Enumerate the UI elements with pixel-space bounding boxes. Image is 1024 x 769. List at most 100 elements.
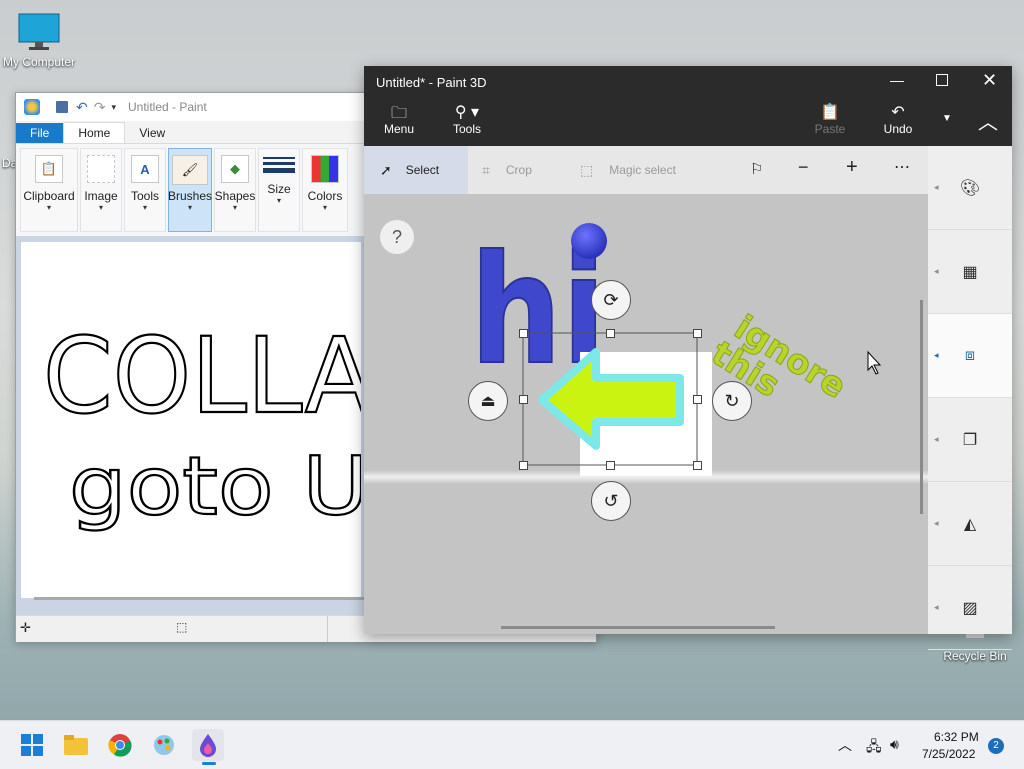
ribbon-size[interactable]: Size ▾ <box>258 148 300 232</box>
canvas-horizontal-scrollbar[interactable] <box>501 626 775 629</box>
rotate-icon: ⟳ <box>603 289 619 310</box>
magic-select-label: Magic select <box>609 163 676 177</box>
sidebar-effects[interactable]: ◂ ▨ <box>928 566 1012 650</box>
sidebar-brushes[interactable]: ◂ 🎨︎ <box>928 146 1012 230</box>
undo-icon[interactable]: ↶ <box>76 99 88 116</box>
redo-icon[interactable]: ↷ <box>94 99 106 116</box>
depth-handle[interactable]: ⏏ <box>468 381 508 421</box>
chrome-icon[interactable] <box>104 729 136 761</box>
undo-button[interactable]: ↶ Undo <box>880 102 916 136</box>
tools-button[interactable]: ⚲ ▾ Tools <box>450 102 484 136</box>
file-explorer-icon[interactable] <box>60 729 92 761</box>
rotate-x-icon: ↺ <box>603 490 619 511</box>
tools-label: Tools <box>452 122 481 136</box>
desktop-icon-my-computer[interactable]: My Computer <box>0 12 78 69</box>
resize-handle-top-right[interactable] <box>693 329 702 338</box>
sidebar-stickers[interactable]: ◂ ❐ <box>928 398 1012 482</box>
ribbon-shapes[interactable]: ◆ Shapes ▾ <box>214 148 256 232</box>
paste-label: Paste <box>814 122 846 136</box>
ribbon-image[interactable]: Image ▾ <box>80 148 122 232</box>
horizontal-scrollbar[interactable] <box>34 597 364 600</box>
save-icon[interactable] <box>56 101 68 113</box>
magic-select-tool[interactable]: ⬚ Magic select <box>580 146 676 194</box>
select-tool[interactable]: ➚ Select <box>364 146 468 194</box>
view-3d-icon[interactable]: ⚐ <box>750 160 763 178</box>
blue-sphere <box>571 223 607 259</box>
undo-label: Undo <box>883 122 913 136</box>
active-app-indicator <box>202 762 216 765</box>
grid-icon: ▦ <box>962 263 978 281</box>
network-icon[interactable]: 🖧︎ <box>866 736 882 760</box>
paint-app-icon <box>24 99 40 115</box>
selection-box-icon: ⧈ <box>964 346 976 364</box>
more-commands-chevron-icon[interactable]: ▼ <box>942 113 952 124</box>
zoom-out-icon[interactable]: − <box>798 157 809 178</box>
rotate-y-handle[interactable]: ↻ <box>712 381 752 421</box>
shapes-icon: ◆ <box>221 155 249 183</box>
chevron-down-icon: ▾ <box>232 203 237 212</box>
paint3d-toolbar: ➚ Select ⌗ Crop ⬚ Magic select ⚐ − + ⋯ <box>364 146 928 195</box>
handwriting-line-1: COLLA <box>43 315 361 437</box>
maximize-button[interactable] <box>936 74 948 86</box>
paint-canvas[interactable]: COLLA goto U <box>21 242 374 598</box>
resize-handle-right[interactable] <box>693 395 702 404</box>
menu-button[interactable]: 🗀 Menu <box>382 102 416 136</box>
zoom-in-icon[interactable]: + <box>846 156 858 179</box>
tab-view[interactable]: View <box>125 123 179 143</box>
desktop-icon-label: Recycle Bin <box>943 649 1007 663</box>
sidebar-2d-shapes[interactable]: ◂ ▦ <box>928 230 1012 314</box>
ribbon-label: Shapes <box>214 189 256 203</box>
ribbon-brushes[interactable]: 🖌 Brushes ▾ <box>168 148 212 232</box>
clipboard-icon: 📋 <box>35 155 63 183</box>
notification-badge[interactable]: 2 <box>988 738 1004 754</box>
close-button[interactable]: ✕ <box>982 70 997 91</box>
windows-start-icon[interactable] <box>16 729 48 761</box>
undo-icon: ↶ <box>891 104 905 121</box>
minimize-button[interactable]: — <box>890 72 904 88</box>
paste-button[interactable]: 📋 Paste <box>812 102 848 136</box>
collapse-chevron-icon[interactable]: ︿ <box>978 106 998 135</box>
resize-handle-top[interactable] <box>606 329 615 338</box>
menu-label: Menu <box>383 122 415 136</box>
mirror-icon: ◭ <box>963 515 977 533</box>
resize-handle-left[interactable] <box>519 395 528 404</box>
sidebar-text[interactable]: ◂ ◭ <box>928 482 1012 566</box>
image-select-icon <box>87 155 115 183</box>
chevron-down-icon: ▾ <box>322 203 327 212</box>
copy-icon: ❐ <box>962 431 978 449</box>
paint3d-titlebar: Untitled* - Paint 3D — ✕ <box>364 66 1012 98</box>
quick-access-dropdown-icon[interactable]: ▾ <box>111 102 116 113</box>
ribbon-tools[interactable]: A Tools ▾ <box>124 148 166 232</box>
paint3d-canvas-stage[interactable]: ? hi ignore this ⟳ ⏏ ↻ ↺ <box>364 194 928 634</box>
cursor-position-icon: ✛ <box>20 620 31 635</box>
paint3d-icon[interactable] <box>192 729 224 761</box>
cursor-icon: ➚ <box>380 161 392 178</box>
clock-time[interactable]: 6:32 PM <box>934 730 979 744</box>
paint3d-command-bar: 🗀 Menu ⚲ ▾ Tools 📋 Paste ↶ Undo ▼ ︿ <box>364 98 1012 146</box>
ribbon-clipboard[interactable]: 📋 Clipboard ▾ <box>20 148 78 232</box>
resize-handle-top-left[interactable] <box>519 329 528 338</box>
paint3d-sidebar: ◂ 🎨︎ ◂ ▦ ◂ ⧈ ◂ ❐ ◂ ◭ ◂ ▨ <box>928 146 1012 650</box>
resize-handle-bottom-left[interactable] <box>519 461 528 470</box>
tab-file[interactable]: File <box>16 123 64 143</box>
sidebar-3d-shapes[interactable]: ◂ ⧈ <box>928 314 1012 398</box>
ribbon-colors[interactable]: Colors ▾ <box>302 148 348 232</box>
crop-tool[interactable]: ⌗ Crop <box>482 146 532 194</box>
select-label: Select <box>405 163 440 177</box>
paint-icon[interactable] <box>148 729 180 761</box>
canvas-vertical-scrollbar[interactable] <box>920 300 923 514</box>
taskbar: ︿ 🖧︎ 🔊︎ 6:32 PM 7/25/2022 2 <box>0 720 1024 769</box>
rotate-z-handle[interactable]: ⟳ <box>591 280 631 320</box>
clock-date[interactable]: 7/25/2022 <box>922 747 975 761</box>
volume-icon[interactable]: 🔊︎ <box>890 736 899 753</box>
resize-handle-bottom-right[interactable] <box>693 461 702 470</box>
resize-handle-bottom[interactable] <box>606 461 615 470</box>
chevron-down-icon: ▾ <box>187 203 192 212</box>
rotate-y-icon: ↻ <box>724 390 740 411</box>
monitor-icon <box>18 13 60 50</box>
chevron-up-icon[interactable]: ︿ <box>838 735 852 755</box>
tab-home[interactable]: Home <box>63 122 126 143</box>
desktop-icon-label: My Computer <box>2 55 76 69</box>
more-options-icon[interactable]: ⋯ <box>894 157 910 177</box>
rotate-x-handle[interactable]: ↺ <box>591 481 631 521</box>
